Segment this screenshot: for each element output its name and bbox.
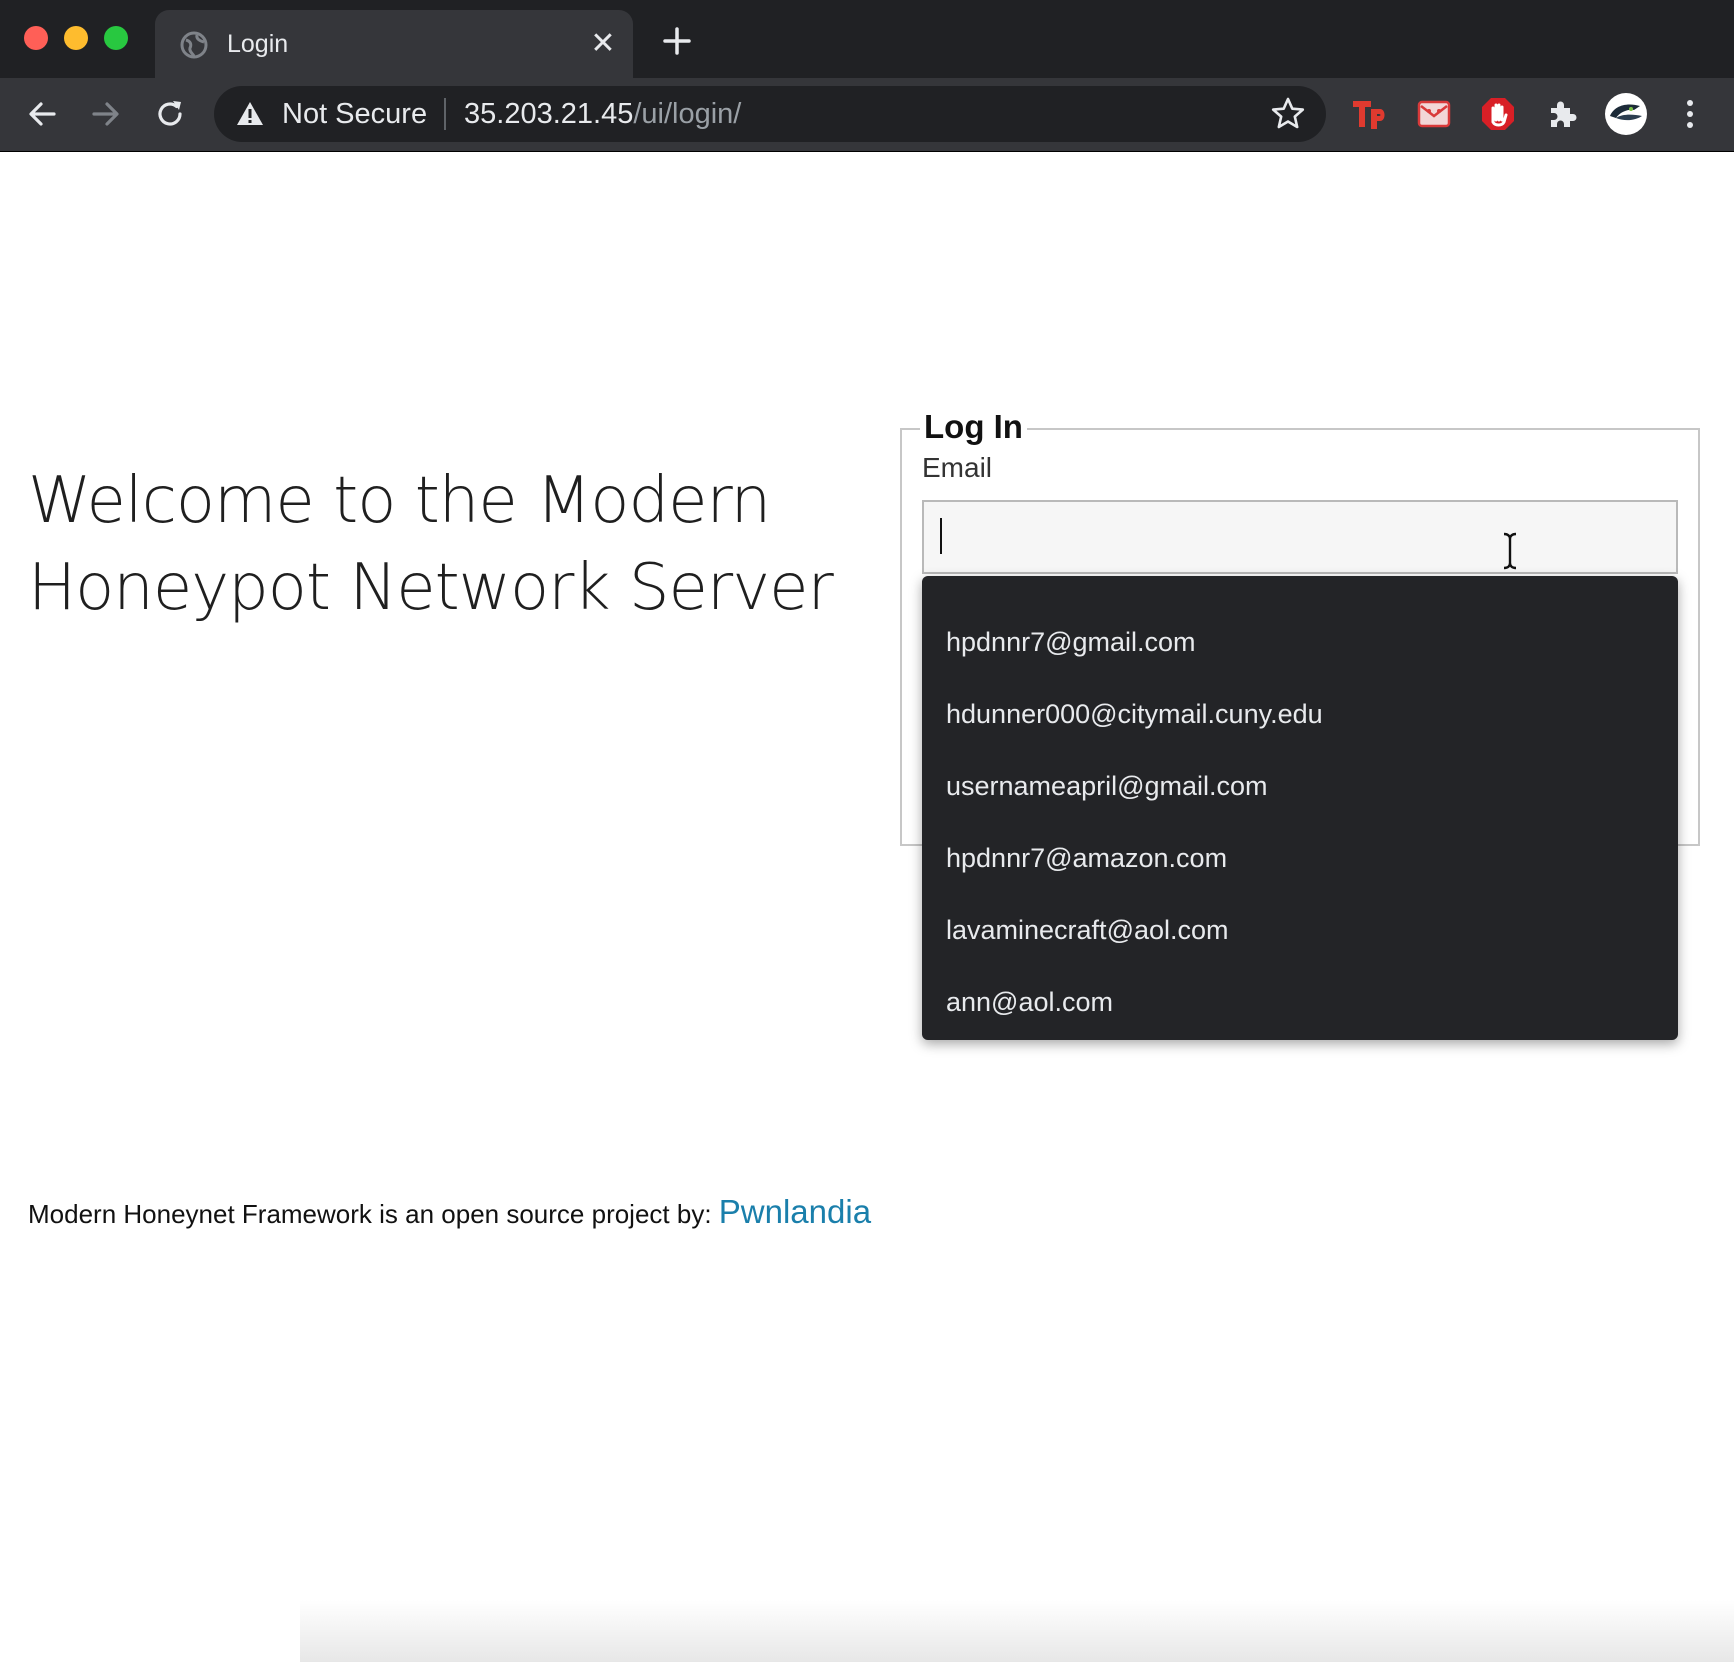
puzzle-extension-icon[interactable]	[1541, 94, 1581, 134]
autocomplete-option[interactable]: lavaminecraft@aol.com	[922, 894, 1678, 966]
autocomplete-option[interactable]: usernameapril@gmail.com	[922, 750, 1678, 822]
welcome-heading: Welcome to the Modern Honeypot Network S…	[28, 458, 848, 632]
autocomplete-option[interactable]: hpdnnr7@amazon.com	[922, 822, 1678, 894]
address-bar[interactable]: Not Secure 35.203.21.45/ui/login/	[214, 86, 1326, 142]
mail-extension-icon[interactable]	[1414, 94, 1454, 134]
welcome-line-1: Welcome to the Modern	[28, 464, 771, 538]
autocomplete-option[interactable]: hpdnnr7@gmail.com	[922, 606, 1678, 678]
profile-avatar-icon[interactable]	[1604, 92, 1648, 136]
kebab-menu-icon[interactable]	[1670, 94, 1710, 134]
warning-icon[interactable]	[236, 100, 264, 128]
minimize-window-button[interactable]	[64, 26, 88, 50]
tp-extension-icon[interactable]	[1350, 94, 1390, 134]
email-label: Email	[922, 452, 993, 483]
login-legend: Log In	[920, 408, 1027, 446]
autocomplete-option[interactable]: ann@aol.com	[922, 966, 1678, 1038]
pwnlandia-link[interactable]: Pwnlandia	[719, 1193, 871, 1230]
email-field[interactable]	[922, 500, 1678, 574]
ibeam-cursor-icon	[1503, 532, 1517, 570]
email-autocomplete-dropdown: hpdnnr7@gmail.com hdunner000@citymail.cu…	[922, 576, 1678, 1040]
tab-login[interactable]: Login ✕	[155, 10, 633, 78]
browser-toolbar: Not Secure 35.203.21.45/ui/login/	[0, 78, 1734, 152]
welcome-line-2: Honeypot Network Server	[28, 551, 834, 625]
bottom-shadow	[300, 1600, 1734, 1662]
globe-icon	[180, 31, 208, 59]
omnibox-divider	[444, 98, 446, 130]
url-path: /ui/login/	[633, 98, 742, 130]
back-icon[interactable]	[22, 94, 62, 134]
tab-title: Login	[227, 30, 289, 58]
security-status[interactable]: Not Secure	[282, 98, 427, 131]
reload-icon[interactable]	[150, 94, 190, 134]
close-tab-icon[interactable]: ✕	[587, 28, 619, 60]
footer: Modern Honeynet Framework is an open sou…	[28, 1193, 871, 1231]
close-window-button[interactable]	[24, 26, 48, 50]
new-tab-icon[interactable]	[660, 24, 694, 58]
maximize-window-button[interactable]	[104, 26, 128, 50]
bookmark-star-icon[interactable]	[1270, 96, 1306, 132]
stop-hand-extension-icon[interactable]	[1478, 94, 1518, 134]
autocomplete-option[interactable]: hdunner000@citymail.cuny.edu	[922, 678, 1678, 750]
forward-icon[interactable]	[86, 94, 126, 134]
browser-tab-bar: Login ✕	[0, 0, 1734, 78]
url-text[interactable]: 35.203.21.45/ui/login/	[464, 98, 741, 131]
footer-text: Modern Honeynet Framework is an open sou…	[28, 1199, 719, 1229]
text-caret	[940, 518, 942, 554]
url-host: 35.203.21.45	[464, 98, 634, 130]
